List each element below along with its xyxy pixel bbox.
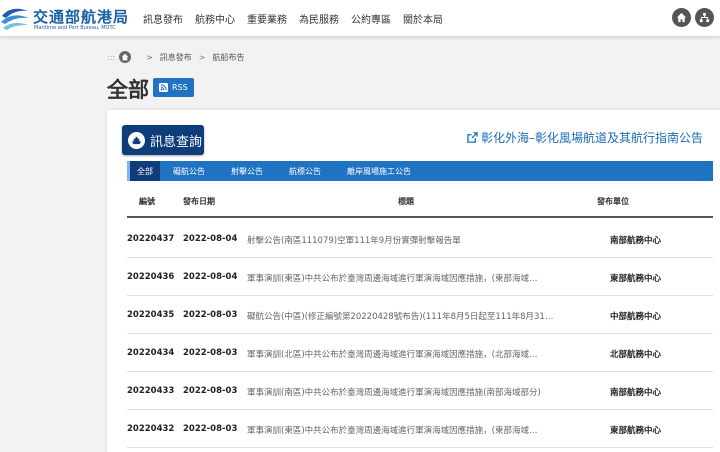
row-number: 20220433 bbox=[127, 386, 175, 396]
col-header-title: 標題 bbox=[398, 197, 414, 206]
rss-button[interactable]: RSS bbox=[153, 78, 194, 97]
breadcrumb-item-news[interactable]: 訊息發布 bbox=[160, 52, 192, 63]
row-title-link[interactable]: 軍事演訓(東區)中共公布於臺灣周邊海域進行軍演海域因應措施，(東部海域… bbox=[247, 424, 595, 436]
promo-link[interactable]: 彰化外海–彰化風場航道及其航行指南公告 bbox=[467, 129, 703, 146]
row-date: 2022-08-04 bbox=[183, 272, 238, 282]
nav-item-convention[interactable]: 公約專區 bbox=[351, 11, 391, 26]
rss-label: RSS bbox=[172, 83, 188, 92]
home-icon[interactable] bbox=[672, 8, 691, 27]
table-row[interactable]: 20220435 2022-08-03 礙航公告(中區)(修正編號第202204… bbox=[127, 296, 713, 334]
breadcrumb: ::: > 訊息發布 > 航船布告 bbox=[107, 51, 245, 63]
promo-link-text: 彰化外海–彰化風場航道及其航行指南公告 bbox=[481, 131, 704, 145]
page-title: 全部 bbox=[107, 78, 149, 102]
col-header-number: 編號 bbox=[139, 197, 155, 206]
logo-chinese-name: 交通部航港局 bbox=[33, 8, 130, 26]
nav-item-about[interactable]: 關於本局 bbox=[403, 11, 443, 26]
nav-item-center[interactable]: 航務中心 bbox=[195, 11, 235, 26]
table-row[interactable]: 20220432 2022-08-03 軍事演訓(東區)中共公布於臺灣周邊海域進… bbox=[127, 410, 713, 448]
row-number: 20220436 bbox=[127, 272, 175, 282]
row-unit: 北部航務中心 bbox=[610, 350, 662, 360]
row-unit: 中部航務中心 bbox=[610, 312, 662, 322]
row-date: 2022-08-03 bbox=[183, 348, 238, 358]
row-date: 2022-08-03 bbox=[183, 424, 238, 434]
row-title-link[interactable]: 軍事演訓(北區)中共公布於臺灣周邊海域進行軍演海域因應措施，(北部海域… bbox=[247, 348, 595, 360]
nav-item-news[interactable]: 訊息發布 bbox=[143, 11, 183, 26]
row-number: 20220435 bbox=[127, 310, 175, 320]
col-header-date: 發布日期 bbox=[183, 197, 215, 206]
row-title-link[interactable]: 射擊公告(南區111079)空軍111年9月份實彈射擊報告單 bbox=[247, 234, 595, 246]
rss-icon bbox=[159, 83, 168, 92]
row-title-link[interactable]: 礙航公告(中區)(修正編號第20220428號布告)(111年8月5日起至111… bbox=[247, 310, 595, 322]
row-unit: 東部航務中心 bbox=[610, 426, 662, 436]
table-row[interactable]: 20220437 2022-08-04 射擊公告(南區111079)空軍111年… bbox=[127, 220, 713, 258]
category-tabs: 全部 礙航公告 射擊公告 航標公告 離岸風場施工公告 bbox=[127, 161, 713, 181]
nav-item-service[interactable]: 為民服務 bbox=[299, 11, 339, 26]
tab-obstruction[interactable]: 礙航公告 bbox=[160, 161, 218, 181]
sitemap-icon[interactable] bbox=[695, 8, 714, 27]
row-number: 20220432 bbox=[127, 424, 175, 434]
query-button[interactable]: 訊息查詢 bbox=[122, 125, 204, 155]
chevron-right-icon: > bbox=[146, 52, 153, 62]
row-unit: 南部航務中心 bbox=[610, 388, 662, 398]
table-row[interactable]: 20220436 2022-08-04 軍事演訓(東區)中共公布於臺灣周邊海域進… bbox=[127, 258, 713, 296]
table-row[interactable]: 20220434 2022-08-03 軍事演訓(北區)中共公布於臺灣周邊海域進… bbox=[127, 334, 713, 372]
table-row[interactable]: 20220433 2022-08-03 軍事演訓(南區)中共公布於臺灣周邊海域進… bbox=[127, 372, 713, 410]
tab-all[interactable]: 全部 bbox=[127, 161, 160, 181]
row-number: 20220437 bbox=[127, 234, 175, 244]
external-link-icon bbox=[467, 132, 478, 143]
header-icon-group bbox=[668, 8, 714, 27]
row-number: 20220434 bbox=[127, 348, 175, 358]
breadcrumb-item-notices[interactable]: 航船布告 bbox=[213, 52, 245, 63]
row-date: 2022-08-03 bbox=[183, 386, 238, 396]
top-header: 交通部航港局 Maritime and Port Bureau, MOTC 訊息… bbox=[0, 0, 720, 37]
tab-offshore-wind[interactable]: 離岸風場施工公告 bbox=[334, 161, 424, 181]
row-unit: 東部航務中心 bbox=[610, 274, 662, 284]
row-title-link[interactable]: 軍事演訓(南區)中共公布於臺灣周邊海域進行軍演海域因應措施(南部海域部分) bbox=[247, 386, 595, 398]
row-date: 2022-08-03 bbox=[183, 310, 238, 320]
row-date: 2022-08-04 bbox=[183, 234, 238, 244]
logo-english-name: Maritime and Port Bureau, MOTC bbox=[34, 25, 116, 31]
nav-item-business[interactable]: 重要業務 bbox=[247, 11, 287, 26]
row-title-link[interactable]: 軍事演訓(東區)中共公布於臺灣周邊海域進行軍演海域因應措施，(東部海域… bbox=[247, 272, 595, 284]
chevron-right-icon: > bbox=[198, 52, 206, 62]
logo-wave-icon bbox=[1, 8, 29, 30]
notice-card: 訊息查詢 彰化外海–彰化風場航道及其航行指南公告 全部 礙航公告 射擊公告 航標… bbox=[107, 110, 720, 452]
tab-navaid[interactable]: 航標公告 bbox=[276, 161, 334, 181]
ship-icon bbox=[128, 131, 145, 149]
tab-firing[interactable]: 射擊公告 bbox=[218, 161, 276, 181]
main-nav: 訊息發布 航務中心 重要業務 為民服務 公約專區 關於本局 bbox=[143, 0, 455, 37]
table-header: 編號 發布日期 標題 發布單位 bbox=[127, 187, 713, 218]
breadcrumb-home-icon[interactable] bbox=[119, 51, 132, 63]
query-label: 訊息查詢 bbox=[150, 134, 203, 150]
row-unit: 南部航務中心 bbox=[610, 236, 662, 246]
accesskey-dots[interactable]: ::: bbox=[107, 53, 115, 62]
site-logo[interactable]: 交通部航港局 Maritime and Port Bureau, MOTC bbox=[0, 5, 130, 33]
col-header-unit: 發布單位 bbox=[597, 197, 629, 206]
